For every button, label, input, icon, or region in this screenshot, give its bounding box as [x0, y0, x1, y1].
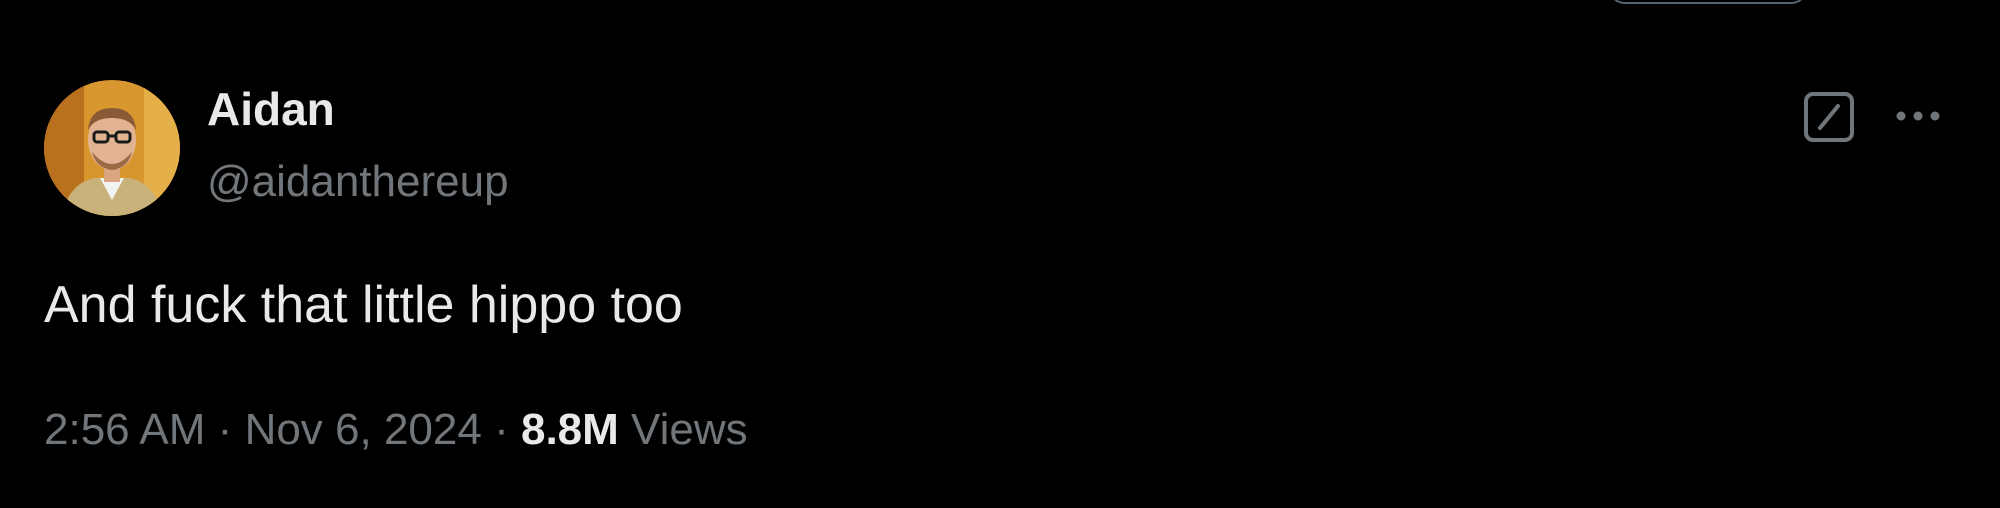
tweet-meta: 2:56 AM · Nov 6, 2024 · 8.8M Views — [44, 408, 748, 452]
author-display-name[interactable]: Aidan — [207, 86, 335, 132]
views-label: Views — [631, 405, 748, 454]
views-count[interactable]: 8.8M — [521, 405, 619, 454]
more-icon[interactable] — [1892, 96, 1944, 136]
tweet-date[interactable]: Nov 6, 2024 — [245, 405, 482, 454]
author-handle[interactable]: @aidanthereup — [207, 160, 509, 204]
meta-separator: · — [494, 405, 509, 454]
tweet-time[interactable]: 2:56 AM — [44, 405, 205, 454]
grok-icon[interactable] — [1804, 92, 1854, 142]
follow-button-edge[interactable] — [1608, 0, 1808, 4]
meta-separator: · — [217, 405, 233, 454]
avatar[interactable] — [44, 80, 180, 216]
tweet-text: And fuck that little hippo too — [44, 276, 683, 334]
avatar-image — [44, 80, 180, 216]
